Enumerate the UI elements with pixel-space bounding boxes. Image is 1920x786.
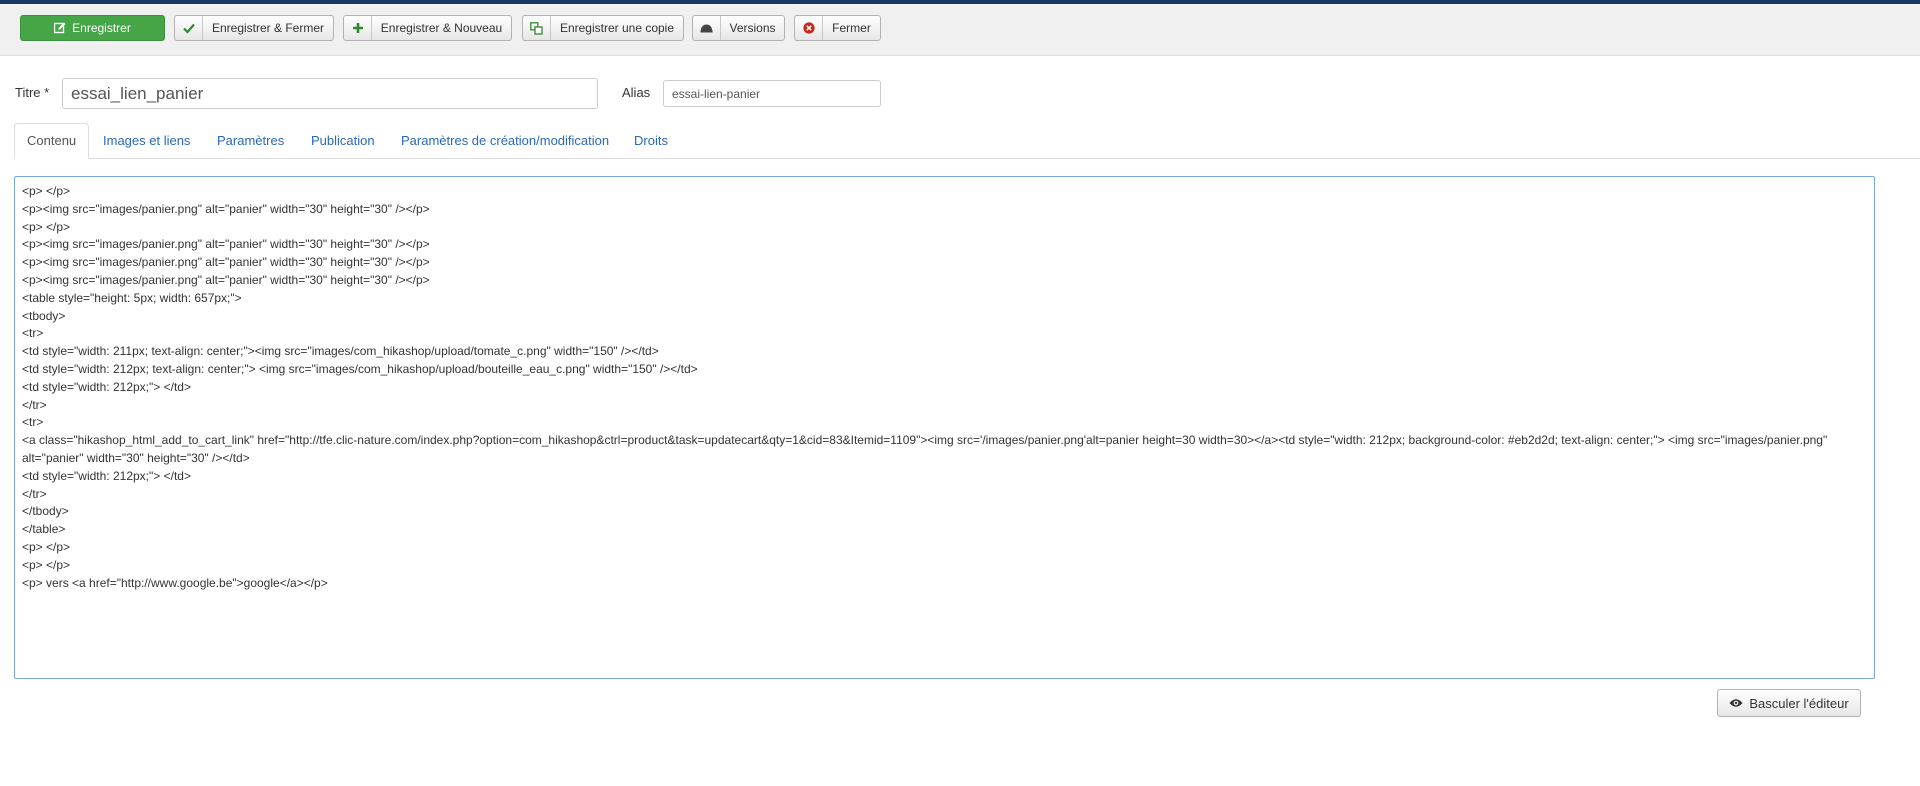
close-icon [795,16,823,40]
tab-parametres-creation[interactable]: Paramètres de création/modification [401,123,609,158]
alias-label: Alias [622,85,651,100]
code-line: <p> </p> [22,557,71,572]
code-line: <p> vers <a href="http://www.google.be">… [22,575,328,590]
eye-icon [1729,696,1743,711]
tab-bar: Contenu Images et liens Paramètres Publi… [14,123,1920,159]
code-line: <tbody> [22,308,66,323]
tab-images-et-liens[interactable]: Images et liens [103,123,190,158]
code-line: </tr> [22,486,47,501]
code-line-cart-link: <a class="hikashop_html_add_to_cart_link… [22,433,1831,465]
tab-parametres[interactable]: Paramètres [217,123,284,158]
toolbar: Enregistrer Enregistrer & Fermer Enregis… [0,4,1920,56]
code-line: <p> </p> [22,184,71,198]
code-line: <td style="width: 212px;"> </td> [22,468,191,483]
title-input[interactable] [62,78,598,109]
alias-input[interactable] [663,80,881,107]
versions-button[interactable]: Versions [692,15,785,41]
edit-icon [54,16,66,40]
toggle-editor-button[interactable]: Basculer l'éditeur [1717,689,1861,717]
save-copy-button[interactable]: Enregistrer une copie [522,15,684,41]
code-line: </tr> [22,397,47,412]
title-label: Titre * [15,85,50,100]
plus-icon [344,16,372,40]
tab-contenu[interactable]: Contenu [14,123,90,159]
save-button[interactable]: Enregistrer [20,15,165,41]
save-new-label: Enregistrer & Nouveau [380,21,503,35]
close-label: Fermer [832,21,871,35]
code-line: <table style="height: 5px; width: 657px;… [22,290,242,305]
code-line: </table> [22,522,66,537]
save-copy-label: Enregistrer une copie [559,21,675,35]
code-line: <tr> [22,415,44,430]
code-line: <td style="width: 212px;"> </td> [22,379,191,394]
code-line: </tbody> [22,504,69,519]
code-line: <p><img src="images/panier.png" alt="pan… [22,255,430,270]
versions-label: Versions [729,21,776,35]
archive-icon [693,16,721,40]
tab-publication[interactable]: Publication [311,123,375,158]
copy-icon [523,16,551,40]
code-editor[interactable]: <p> </p> <p><img src="images/panier.png"… [14,176,1875,679]
code-line: <td style="width: 212px; text-align: cen… [22,361,698,376]
tab-droits[interactable]: Droits [634,123,668,158]
save-label: Enregistrer [72,21,131,35]
close-button[interactable]: Fermer [794,15,881,41]
code-line: <p><img src="images/panier.png" alt="pan… [22,237,430,252]
code-line: <p> </p> [22,539,71,554]
code-line: <tr> [22,326,44,341]
save-close-button[interactable]: Enregistrer & Fermer [174,15,334,41]
save-new-button[interactable]: Enregistrer & Nouveau [343,15,512,41]
save-close-label: Enregistrer & Fermer [211,21,325,35]
check-icon [175,16,203,40]
code-line: <p> </p> [22,219,71,234]
code-line: <td style="width: 211px; text-align: cen… [22,344,659,359]
code-line: <p><img src="images/panier.png" alt="pan… [22,272,430,287]
code-line: <p><img src="images/panier.png" alt="pan… [22,201,430,216]
toggle-editor-label: Basculer l'éditeur [1749,695,1849,711]
